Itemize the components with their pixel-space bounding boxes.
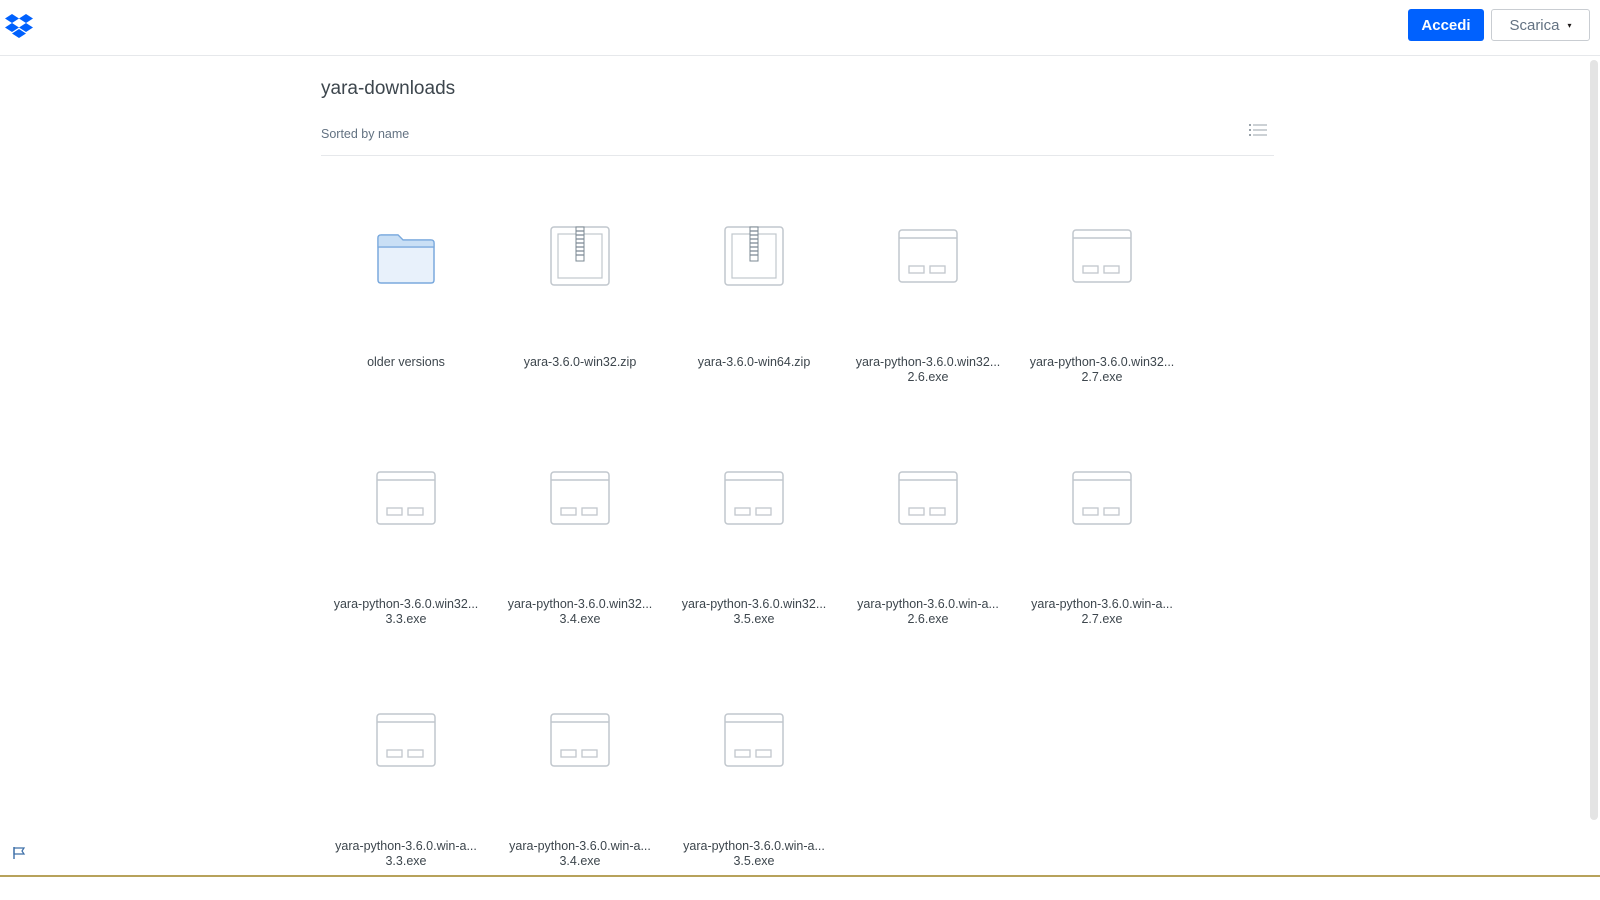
file-item[interactable]: yara-python-3.6.0.win32... 2.7.exe (1017, 196, 1187, 416)
file-name-line: 2.7.exe (1081, 612, 1123, 626)
file-item[interactable]: yara-python-3.6.0.win-a... 3.5.exe (669, 680, 839, 900)
file-name-line: yara-3.6.0-win64.zip (697, 355, 811, 369)
file-name-line: older versions (367, 355, 445, 369)
file-item[interactable]: yara-python-3.6.0.win-a... 2.7.exe (1017, 438, 1187, 658)
file-name-line: 2.7.exe (1081, 370, 1123, 384)
sort-label[interactable]: Sorted by name (321, 127, 409, 141)
file-name: older versions (321, 355, 491, 370)
file-name: yara-3.6.0-win32.zip (495, 355, 665, 370)
file-item[interactable]: yara-3.6.0-win64.zip (669, 196, 839, 416)
file-name-line: yara-python-3.6.0.win-a... (509, 839, 651, 853)
file-name-line: 3.4.exe (559, 612, 601, 626)
exe-file-icon (550, 468, 610, 528)
file-name: yara-3.6.0-win64.zip (669, 355, 839, 370)
file-name-line: 2.6.exe (907, 370, 949, 384)
file-name-line: 3.3.exe (385, 612, 427, 626)
exe-file-icon (724, 710, 784, 770)
exe-file-icon (1072, 468, 1132, 528)
list-view-icon[interactable] (1249, 123, 1267, 139)
file-name-line: 2.6.exe (907, 612, 949, 626)
download-button-label: Scarica (1509, 16, 1560, 34)
scrollbar-thumb[interactable] (1590, 60, 1598, 820)
signin-button[interactable]: Accedi (1408, 9, 1484, 41)
file-name-line: yara-python-3.6.0.win-a... (683, 839, 825, 853)
exe-file-icon (724, 468, 784, 528)
file-item[interactable]: yara-python-3.6.0.win32... 3.5.exe (669, 438, 839, 658)
file-name: yara-python-3.6.0.win-a... 2.7.exe (1017, 597, 1187, 627)
file-name: yara-python-3.6.0.win32... 2.7.exe (1017, 355, 1187, 385)
file-name-line: yara-python-3.6.0.win-a... (335, 839, 477, 853)
file-item[interactable]: yara-python-3.6.0.win32... 3.3.exe (321, 438, 491, 658)
file-item[interactable]: yara-3.6.0-win32.zip (495, 196, 665, 416)
file-item[interactable]: yara-python-3.6.0.win-a... 3.4.exe (495, 680, 665, 900)
file-name: yara-python-3.6.0.win-a... 3.4.exe (495, 839, 665, 869)
file-name: yara-python-3.6.0.win-a... 2.6.exe (843, 597, 1013, 627)
file-name: yara-python-3.6.0.win32... 2.6.exe (843, 355, 1013, 385)
exe-file-icon (898, 226, 958, 286)
folder-icon (376, 226, 436, 286)
zip-file-icon (550, 226, 610, 286)
file-name: yara-python-3.6.0.win-a... 3.5.exe (669, 839, 839, 869)
file-name-line: yara-python-3.6.0.win32... (507, 597, 653, 611)
file-name-line: yara-python-3.6.0.win-a... (1031, 597, 1173, 611)
top-bar: Accedi Scarica ▾ (0, 0, 1600, 56)
file-name-line: yara-python-3.6.0.win32... (855, 355, 1001, 369)
flag-icon[interactable] (12, 846, 26, 860)
zip-file-icon (724, 226, 784, 286)
file-item[interactable]: yara-python-3.6.0.win-a... 3.3.exe (321, 680, 491, 900)
exe-file-icon (1072, 226, 1132, 286)
folder-item[interactable]: older versions (321, 196, 491, 416)
file-name-line: yara-python-3.6.0.win-a... (857, 597, 999, 611)
page-title: yara-downloads (321, 78, 456, 99)
file-name-line: 3.5.exe (733, 854, 775, 868)
file-name: yara-python-3.6.0.win32... 3.4.exe (495, 597, 665, 627)
exe-file-icon (376, 710, 436, 770)
file-item[interactable]: yara-python-3.6.0.win32... 3.4.exe (495, 438, 665, 658)
file-name-line: yara-python-3.6.0.win32... (1029, 355, 1175, 369)
exe-file-icon (376, 468, 436, 528)
chevron-down-icon: ▾ (1567, 20, 1572, 30)
divider (321, 155, 1274, 156)
file-name-line: yara-python-3.6.0.win32... (681, 597, 827, 611)
file-name-line: 3.4.exe (559, 854, 601, 868)
file-name-line: 3.3.exe (385, 854, 427, 868)
file-name-line: 3.5.exe (733, 612, 775, 626)
file-item[interactable]: yara-python-3.6.0.win-a... 2.6.exe (843, 438, 1013, 658)
dropbox-logo-icon[interactable] (5, 13, 33, 39)
file-name: yara-python-3.6.0.win32... 3.3.exe (321, 597, 491, 627)
download-button[interactable]: Scarica ▾ (1491, 9, 1590, 41)
file-name: yara-python-3.6.0.win32... 3.5.exe (669, 597, 839, 627)
exe-file-icon (898, 468, 958, 528)
file-item[interactable]: yara-python-3.6.0.win32... 2.6.exe (843, 196, 1013, 416)
file-name-line: yara-3.6.0-win32.zip (523, 355, 637, 369)
exe-file-icon (550, 710, 610, 770)
file-name: yara-python-3.6.0.win-a... 3.3.exe (321, 839, 491, 869)
file-name-line: yara-python-3.6.0.win32... (333, 597, 479, 611)
